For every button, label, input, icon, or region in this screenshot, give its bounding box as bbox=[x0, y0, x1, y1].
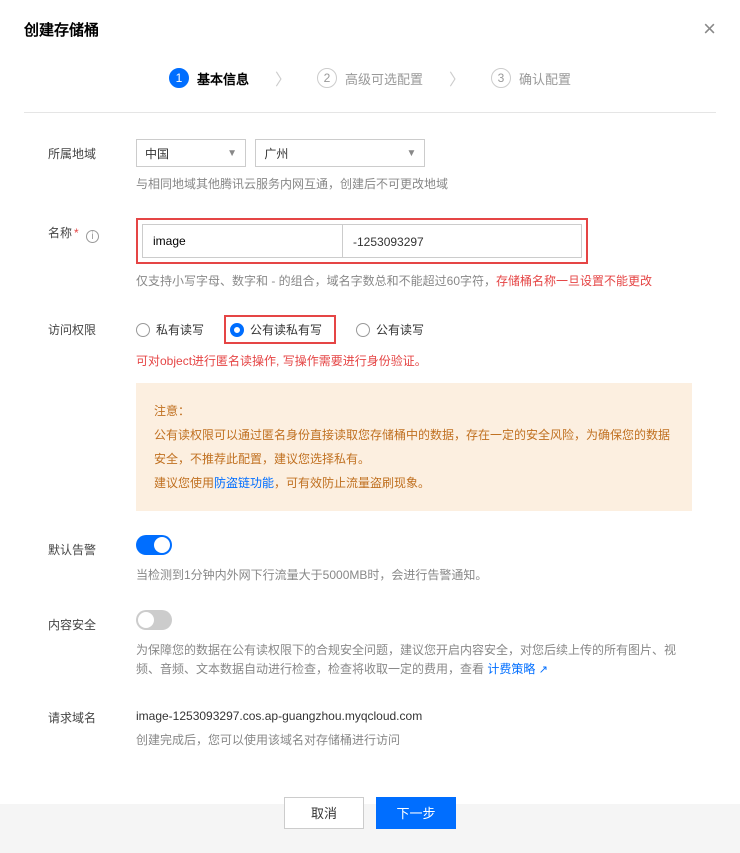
name-highlight-box: -1253093297 bbox=[136, 218, 588, 264]
chevron-right-icon: 〉 bbox=[275, 66, 291, 90]
caret-down-icon: ▼ bbox=[406, 148, 416, 159]
anti-leech-link[interactable]: 防盗链功能 bbox=[214, 476, 274, 490]
alarm-label: 默认告警 bbox=[48, 535, 136, 585]
info-icon[interactable]: i bbox=[86, 230, 99, 243]
region-country-select[interactable]: 中国 ▼ bbox=[136, 139, 246, 167]
step-advanced: 2 高级可选配置 bbox=[317, 68, 423, 88]
name-label: 名称* i bbox=[48, 218, 136, 291]
radio-icon bbox=[230, 323, 244, 337]
caret-down-icon: ▼ bbox=[227, 148, 237, 159]
alarm-toggle[interactable] bbox=[136, 535, 172, 555]
bucket-name-input[interactable] bbox=[142, 224, 342, 258]
modal-header: 创建存储桶 × bbox=[0, 0, 740, 58]
close-icon[interactable]: × bbox=[703, 18, 716, 40]
modal-footer: 取消 下一步 bbox=[0, 783, 740, 853]
create-bucket-modal: 创建存储桶 × 1 基本信息 〉 2 高级可选配置 〉 3 确认配置 所属地域 … bbox=[0, 0, 740, 804]
region-label: 所属地域 bbox=[48, 139, 136, 194]
permission-notice: 注意： 公有读权限可以通过匿名身份直接读取您存储桶中的数据，存在一定的安全风险，… bbox=[136, 383, 692, 511]
region-country-value: 中国 bbox=[145, 145, 169, 162]
domain-hint: 创建完成后，您可以使用该域名对存储桶进行访问 bbox=[136, 731, 692, 750]
name-hint: 仅支持小写字母、数字和 - 的组合，域名字数总和不能超过60字符，存储桶名称一旦… bbox=[136, 272, 692, 291]
permission-label: 访问权限 bbox=[48, 315, 136, 511]
security-hint: 为保障您的数据在公有读权限下的合规安全问题，建议您开启内容安全，对您后续上传的所… bbox=[136, 641, 692, 680]
cancel-button[interactable]: 取消 bbox=[284, 797, 364, 829]
step-label-1: 基本信息 bbox=[197, 69, 249, 88]
step-confirm: 3 确认配置 bbox=[491, 68, 571, 88]
permission-highlight-box: 公有读私有写 bbox=[224, 315, 336, 344]
radio-private[interactable]: 私有读写 bbox=[136, 321, 204, 338]
security-toggle[interactable] bbox=[136, 610, 172, 630]
step-num-2: 2 bbox=[317, 68, 337, 88]
form-body: 所属地域 中国 ▼ 广州 ▼ 与相同地域其他腾讯云服务内网互通，创建后不可更改地… bbox=[0, 113, 740, 783]
modal-title: 创建存储桶 bbox=[24, 19, 99, 40]
radio-icon bbox=[136, 323, 150, 337]
permission-warn: 可对object进行匿名读操作, 写操作需要进行身份验证。 bbox=[136, 352, 692, 369]
notice-line-2: 建议您使用防盗链功能，可有效防止流量盗刷现象。 bbox=[154, 471, 674, 495]
domain-value: image-1253093297.cos.ap-guangzhou.myqclo… bbox=[136, 703, 692, 723]
radio-icon bbox=[356, 323, 370, 337]
bucket-name-suffix: -1253093297 bbox=[342, 224, 582, 258]
domain-label: 请求域名 bbox=[48, 703, 136, 750]
region-city-value: 广州 bbox=[264, 145, 288, 162]
step-num-3: 3 bbox=[491, 68, 511, 88]
next-button[interactable]: 下一步 bbox=[376, 797, 456, 829]
radio-public-read-private-write[interactable]: 公有读私有写 bbox=[230, 321, 322, 338]
region-hint: 与相同地域其他腾讯云服务内网互通，创建后不可更改地域 bbox=[136, 175, 692, 194]
security-label: 内容安全 bbox=[48, 610, 136, 680]
step-label-3: 确认配置 bbox=[519, 69, 571, 88]
chevron-right-icon: 〉 bbox=[449, 66, 465, 90]
step-indicator: 1 基本信息 〉 2 高级可选配置 〉 3 确认配置 bbox=[24, 58, 716, 113]
region-city-select[interactable]: 广州 ▼ bbox=[255, 139, 425, 167]
step-basic-info: 1 基本信息 bbox=[169, 68, 249, 88]
external-link-icon: ↗ bbox=[539, 664, 548, 676]
alarm-hint: 当检测到1分钟内外网下行流量大于5000MB时，会进行告警通知。 bbox=[136, 566, 692, 585]
notice-line-1: 公有读权限可以通过匿名身份直接读取您存储桶中的数据，存在一定的安全风险，为确保您… bbox=[154, 423, 674, 471]
step-num-1: 1 bbox=[169, 68, 189, 88]
pricing-link[interactable]: 计费策略 ↗ bbox=[487, 662, 548, 676]
step-label-2: 高级可选配置 bbox=[345, 69, 423, 88]
radio-public[interactable]: 公有读写 bbox=[356, 321, 424, 338]
notice-title: 注意： bbox=[154, 399, 674, 423]
